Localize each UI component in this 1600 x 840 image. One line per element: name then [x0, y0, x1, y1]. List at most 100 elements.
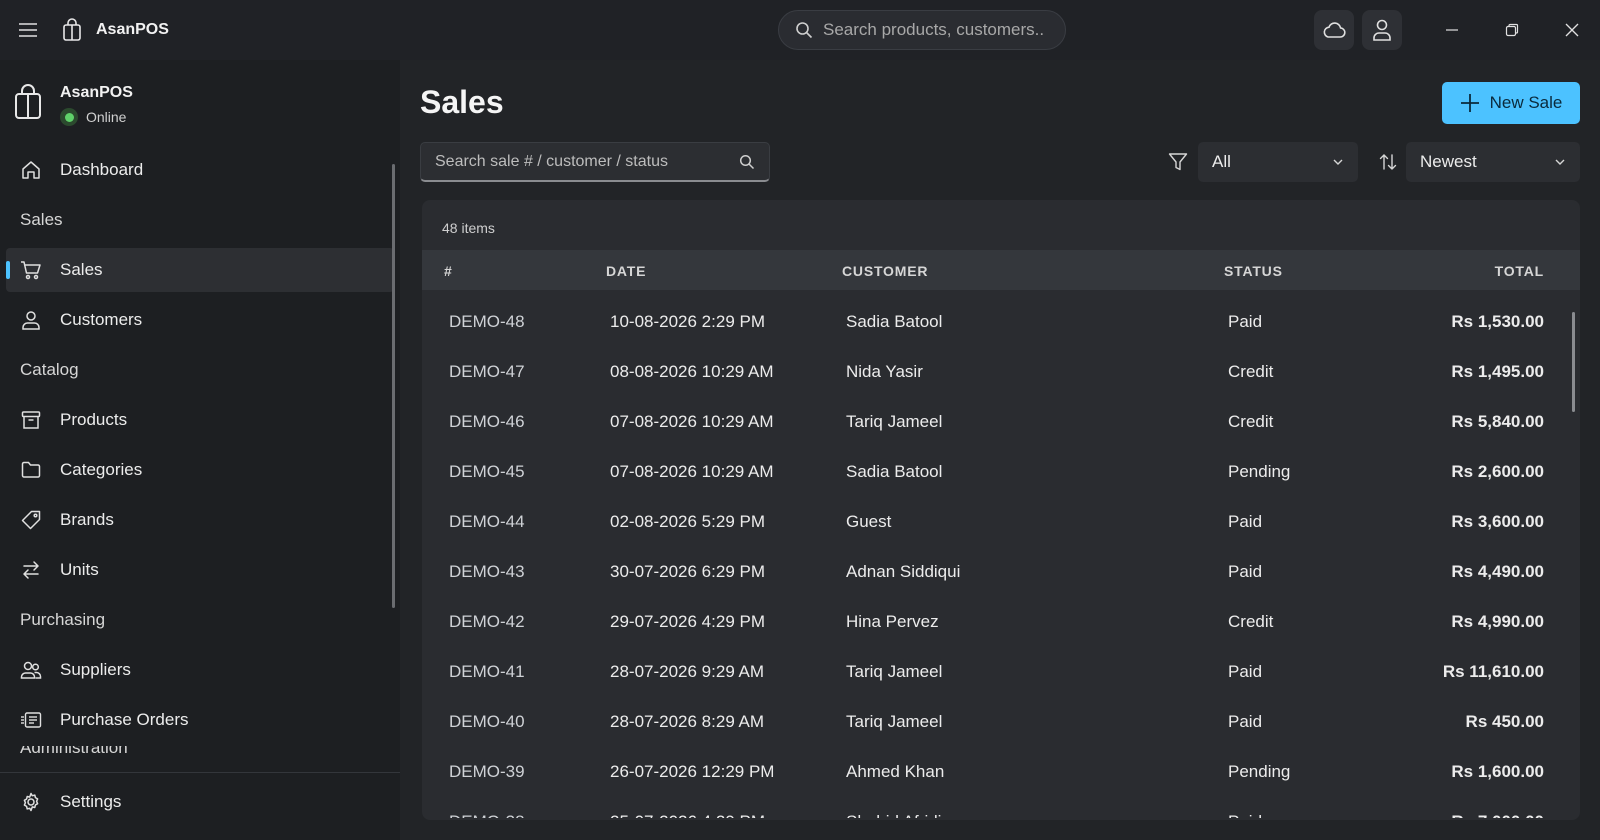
sidebar-item-dashboard[interactable]: Dashboard: [6, 148, 394, 192]
shopping-bag-icon: [63, 18, 81, 41]
column-header-total[interactable]: TOTAL: [1495, 263, 1544, 279]
total-cell: Rs 1,495.00: [1451, 362, 1544, 381]
sidebar-item-label: Sales: [60, 260, 103, 279]
sidebar-item-categories[interactable]: Categories: [6, 448, 394, 492]
sale-id-cell: DEMO-46: [449, 412, 525, 431]
new-sale-button[interactable]: New Sale: [1442, 82, 1580, 124]
status-cell: Paid: [1228, 562, 1263, 581]
sidebar: AsanPOS Online Dashboard Sales Sales Cus…: [0, 60, 400, 840]
page-title: Sales: [420, 84, 504, 120]
customer-cell: Tariq Jameel: [846, 662, 943, 681]
total-cell: Rs 4,490.00: [1451, 562, 1544, 581]
close-button[interactable]: [1556, 14, 1588, 46]
sidebar-item-label: Units: [60, 560, 99, 579]
date-cell: 02-08-2026 5:29 PM: [610, 512, 765, 531]
column-header-status[interactable]: STATUS: [1224, 263, 1283, 279]
sidebar-item-label: Dashboard: [60, 160, 144, 179]
person-icon: [20, 309, 42, 331]
status-cell: Paid: [1228, 662, 1263, 681]
table-row[interactable]: DEMO-46 07-08-2026 10:29 AM Tariq Jameel Cr…: [422, 398, 1580, 448]
sidebar-item-label: Settings: [60, 792, 122, 811]
menu-button[interactable]: [12, 14, 44, 46]
sidebar-item-sales[interactable]: Sales: [6, 248, 394, 292]
sidebar-item-label: Products: [60, 410, 128, 429]
sale-id-cell: DEMO-39: [449, 762, 525, 781]
table-row[interactable]: DEMO-45 07-08-2026 10:29 AM Sadia Batool Pe…: [422, 448, 1580, 498]
table-row[interactable]: DEMO-39 26-07-2026 12:29 PM Ahmed Khan Pend…: [422, 748, 1580, 798]
user-icon: [1373, 19, 1391, 41]
status-cell: Paid: [1228, 712, 1263, 731]
table-row[interactable]: DEMO-44 02-08-2026 5:29 PM Guest Paid Rs 3,6…: [422, 498, 1580, 548]
search-icon[interactable]: [739, 154, 755, 170]
sidebar-section-label: Administration: [20, 746, 128, 756]
total-cell: Rs 2,600.00: [1451, 462, 1544, 481]
table-row[interactable]: DEMO-42 29-07-2026 4:29 PM Hina Pervez Cred…: [422, 598, 1580, 648]
sidebar-item-label: Suppliers: [60, 660, 131, 679]
sidebar-divider: [0, 772, 400, 773]
sidebar-item-products[interactable]: Products: [6, 398, 394, 442]
sidebar-item-suppliers[interactable]: Suppliers: [6, 648, 394, 692]
app-title: AsanPOS: [96, 21, 169, 38]
table-scrollbar[interactable]: [1572, 312, 1575, 412]
chevron-down-icon: [1333, 159, 1343, 165]
table-row[interactable]: DEMO-41 28-07-2026 9:29 AM Tariq Jameel Pai…: [422, 648, 1580, 698]
sidebar-item-brands[interactable]: Brands: [6, 498, 394, 542]
sort-value: Newest: [1420, 152, 1477, 171]
column-header-number[interactable]: #: [444, 263, 453, 279]
sale-search[interactable]: [420, 142, 770, 182]
column-header-customer[interactable]: CUSTOMER: [842, 263, 928, 279]
customer-cell: Ahmed Khan: [846, 762, 945, 781]
global-search[interactable]: [778, 10, 1066, 50]
sidebar-item-label: Brands: [60, 510, 114, 529]
sidebar-scrollbar[interactable]: [392, 164, 395, 608]
sidebar-nav: Dashboard Sales Sales Customers Catalog …: [6, 148, 394, 748]
sidebar-item-customers[interactable]: Customers: [6, 298, 394, 342]
table-row[interactable]: DEMO-43 30-07-2026 6:29 PM Adnan Siddiqui P…: [422, 548, 1580, 598]
customer-cell: Tariq Jameel: [846, 412, 943, 431]
sale-search-input[interactable]: [435, 152, 731, 171]
sidebar-item-label: Categories: [60, 460, 143, 479]
close-icon: [1565, 23, 1579, 37]
date-cell: 29-07-2026 4:29 PM: [610, 612, 765, 631]
sidebar-section-catalog: Catalog: [20, 360, 79, 379]
status-filter-select[interactable]: All: [1198, 142, 1358, 182]
table-row[interactable]: DEMO-47 08-08-2026 10:29 AM Nida Yasir Cred…: [422, 348, 1580, 398]
global-search-input[interactable]: [823, 20, 1043, 40]
folder-icon: [20, 459, 42, 481]
table-row[interactable]: DEMO-40 28-07-2026 8:29 AM Tariq Jameel Pai…: [422, 698, 1580, 748]
sales-table: 48 items # DATE CUSTOMER STATUS TOTAL DE…: [422, 200, 1580, 820]
status-cell: Paid: [1228, 312, 1263, 331]
date-cell: 07-08-2026 10:29 AM: [610, 412, 774, 431]
date-cell: 30-07-2026 6:29 PM: [610, 562, 765, 581]
table-header: # DATE CUSTOMER STATUS TOTAL: [422, 250, 1580, 290]
shopping-bag-icon: [15, 84, 41, 119]
sort-select[interactable]: Newest: [1406, 142, 1580, 182]
column-header-date[interactable]: DATE: [606, 263, 646, 279]
search-icon: [796, 22, 813, 39]
customer-cell: Guest: [846, 512, 892, 531]
date-cell: 07-08-2026 10:29 AM: [610, 462, 774, 481]
cloud-icon: [1323, 22, 1346, 38]
total-cell: Rs 450.00: [1465, 712, 1544, 731]
date-cell: 08-08-2026 10:29 AM: [610, 362, 774, 381]
status-cell: Credit: [1228, 612, 1274, 631]
gear-icon: [20, 791, 42, 813]
sidebar-item-units[interactable]: Units: [6, 548, 394, 592]
restore-icon: [1505, 23, 1519, 37]
table-row[interactable]: DEMO-48 10-08-2026 2:29 PM Sadia Batool Pai…: [422, 298, 1580, 348]
sale-id-cell: DEMO-40: [449, 712, 525, 731]
table-row[interactable]: DEMO-38 25-07-2026 4:29 PM Shahid Afridi Pa…: [422, 798, 1580, 818]
cloud-sync-button[interactable]: [1314, 10, 1354, 50]
status-cell: Pending: [1228, 762, 1291, 781]
total-cell: Rs 4,990.00: [1451, 612, 1544, 631]
home-icon: [20, 159, 42, 181]
minimize-button[interactable]: [1436, 14, 1468, 46]
sidebar-item-purchase-orders[interactable]: Purchase Orders: [6, 698, 394, 742]
account-button[interactable]: [1362, 10, 1402, 50]
sidebar-item-settings[interactable]: Settings: [6, 780, 394, 824]
chevron-down-icon: [1555, 159, 1565, 165]
connection-status: Online: [60, 108, 133, 126]
restore-button[interactable]: [1496, 14, 1528, 46]
minimize-icon: [1446, 29, 1458, 31]
sale-id-cell: DEMO-47: [449, 362, 525, 381]
